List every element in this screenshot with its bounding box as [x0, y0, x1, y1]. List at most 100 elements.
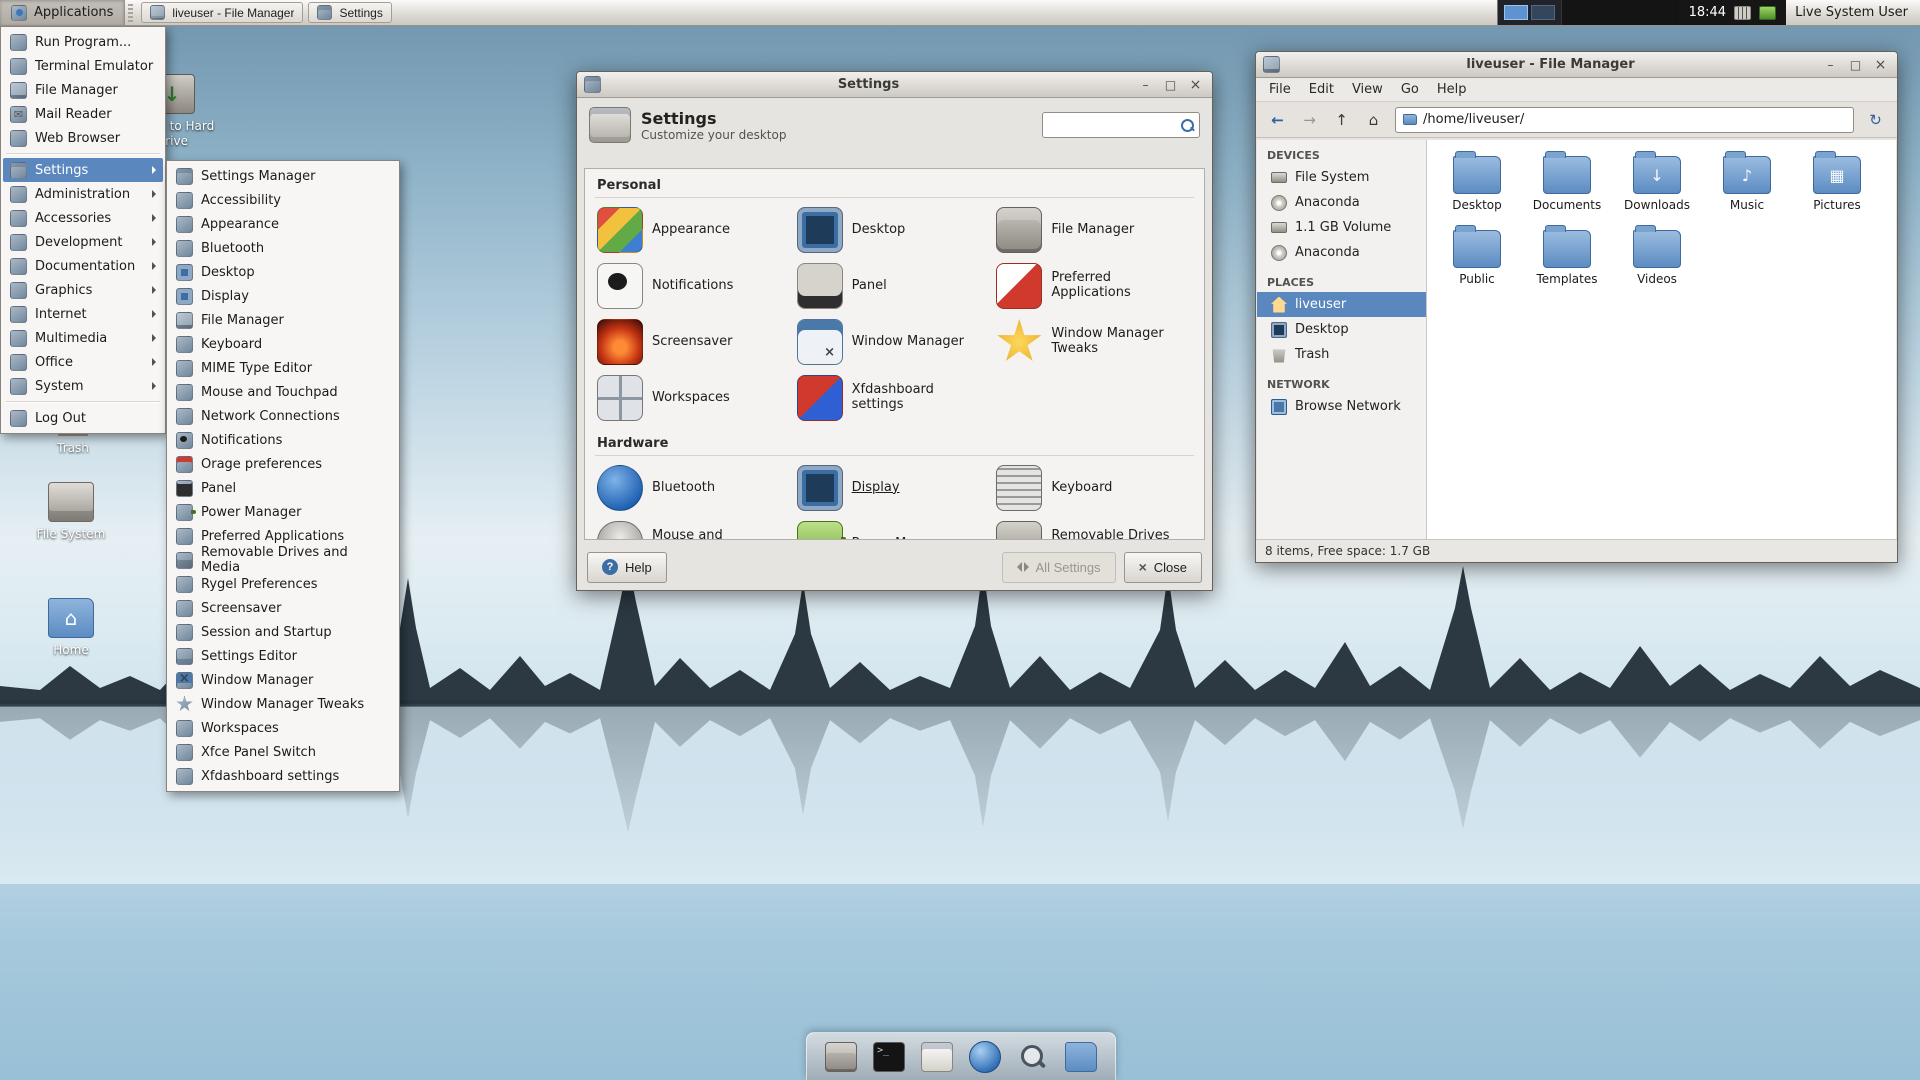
submenu-item[interactable]: Window Manager Tweaks: [169, 692, 397, 716]
submenu-item[interactable]: Session and Startup: [169, 620, 397, 644]
dock-item[interactable]: [869, 1038, 909, 1076]
submenu-item[interactable]: Xfdashboard settings: [169, 764, 397, 788]
minimize-button[interactable]: [1821, 56, 1840, 73]
forward-button[interactable]: [1295, 106, 1324, 133]
maximize-button[interactable]: [1846, 56, 1865, 73]
minimize-button[interactable]: [1136, 76, 1155, 93]
submenu-item[interactable]: Accessibility: [169, 188, 397, 212]
submenu-item[interactable]: Removable Drives and Media: [169, 545, 397, 575]
settings-titlebar[interactable]: Settings: [577, 72, 1212, 98]
dock-item[interactable]: [1061, 1038, 1101, 1076]
settings-tile[interactable]: Window Manager Tweaks: [996, 319, 1192, 365]
submenu-item[interactable]: Rygel Preferences: [169, 572, 397, 596]
applications-menu-button[interactable]: Applications: [0, 0, 126, 25]
settings-tile[interactable]: Panel: [796, 263, 993, 309]
desktop-icon-file-system[interactable]: File System: [23, 482, 119, 542]
sidebar-place-item[interactable]: Desktop: [1257, 317, 1426, 342]
folder-item[interactable]: Templates: [1523, 225, 1611, 286]
desktop-icon-home[interactable]: Home: [23, 598, 119, 658]
submenu-item[interactable]: Screensaver: [169, 596, 397, 620]
taskbar-window-button[interactable]: Settings: [308, 2, 392, 23]
folder-item[interactable]: Public: [1433, 225, 1521, 286]
menu-item-log-out[interactable]: Log Out: [3, 406, 163, 430]
reload-button[interactable]: [1861, 106, 1890, 133]
submenu-item[interactable]: Keyboard: [169, 332, 397, 356]
workspace-2[interactable]: [1530, 5, 1555, 20]
folder-item[interactable]: Downloads: [1613, 151, 1701, 212]
menu-category-item[interactable]: Accessories: [3, 206, 163, 230]
submenu-item[interactable]: MIME Type Editor: [169, 356, 397, 380]
submenu-item[interactable]: Window Manager: [169, 668, 397, 692]
submenu-item[interactable]: File Manager: [169, 308, 397, 332]
sidebar-place-item[interactable]: liveuser: [1257, 292, 1426, 317]
submenu-item[interactable]: Bluetooth: [169, 236, 397, 260]
menu-category-item[interactable]: Development: [3, 230, 163, 254]
settings-tile[interactable]: Desktop: [796, 207, 993, 253]
menubar-item[interactable]: Go: [1392, 80, 1428, 99]
clock[interactable]: 18:44: [1689, 5, 1726, 20]
keyboard-layout-icon[interactable]: [1734, 5, 1752, 20]
settings-tile[interactable]: Xfdashboard settings: [796, 375, 993, 421]
sidebar-device-item[interactable]: Anaconda: [1257, 240, 1426, 265]
menubar-item[interactable]: Help: [1428, 80, 1476, 99]
path-bar[interactable]: [1395, 106, 1854, 133]
menu-category-item[interactable]: Multimedia: [3, 326, 163, 350]
settings-tile[interactable]: Window Manager: [796, 319, 993, 365]
dock-item[interactable]: [965, 1038, 1005, 1076]
sidebar-place-item[interactable]: Trash: [1257, 342, 1426, 367]
path-input[interactable]: [1423, 112, 1846, 127]
submenu-item[interactable]: Xfce Panel Switch: [169, 740, 397, 764]
folder-item[interactable]: Music: [1703, 151, 1791, 212]
submenu-item[interactable]: Workspaces: [169, 716, 397, 740]
menu-category-item[interactable]: Administration: [3, 182, 163, 206]
file-manager-titlebar[interactable]: liveuser - File Manager: [1256, 52, 1897, 78]
settings-tile[interactable]: Workspaces: [597, 375, 793, 421]
workspace-switcher[interactable]: [1496, 0, 1561, 25]
help-button[interactable]: Help: [587, 551, 667, 583]
submenu-item[interactable]: Panel: [169, 476, 397, 500]
settings-search[interactable]: [1042, 112, 1200, 138]
file-manager-view[interactable]: Desktop Documents Downloads Music: [1427, 140, 1896, 539]
back-button[interactable]: [1263, 106, 1292, 133]
settings-tile[interactable]: Mouse and Touchpad: [597, 521, 793, 539]
menu-item[interactable]: Run Program...: [3, 30, 163, 54]
menu-category-item[interactable]: System: [3, 374, 163, 398]
menubar-item[interactable]: File: [1260, 80, 1300, 99]
submenu-item[interactable]: Appearance: [169, 212, 397, 236]
close-settings-button[interactable]: × Close: [1123, 551, 1202, 583]
submenu-item[interactable]: Network Connections: [169, 404, 397, 428]
menu-item[interactable]: Terminal Emulator: [3, 54, 163, 78]
settings-tile[interactable]: File Manager: [996, 207, 1192, 253]
home-button[interactable]: [1359, 106, 1388, 133]
menubar-item[interactable]: Edit: [1300, 80, 1343, 99]
menu-category-item[interactable]: Documentation: [3, 254, 163, 278]
menu-item[interactable]: Web Browser: [3, 126, 163, 150]
submenu-item[interactable]: Notifications: [169, 428, 397, 452]
settings-search-input[interactable]: [1049, 117, 1179, 133]
menu-category-item[interactable]: Internet: [3, 302, 163, 326]
sidebar-device-item[interactable]: 1.1 GB Volume: [1257, 215, 1426, 240]
close-button[interactable]: [1186, 76, 1205, 93]
submenu-item[interactable]: Mouse and Touchpad: [169, 380, 397, 404]
dock-item[interactable]: [821, 1038, 861, 1076]
menu-category-item[interactable]: Office: [3, 350, 163, 374]
submenu-item[interactable]: Orage preferences: [169, 452, 397, 476]
folder-item[interactable]: Desktop: [1433, 151, 1521, 212]
search-icon[interactable]: [1179, 117, 1195, 133]
menubar-item[interactable]: View: [1343, 80, 1392, 99]
submenu-item[interactable]: Desktop: [169, 260, 397, 284]
submenu-item[interactable]: Settings Editor: [169, 644, 397, 668]
close-button[interactable]: [1871, 56, 1890, 73]
submenu-item[interactable]: Power Manager: [169, 500, 397, 524]
dock-item[interactable]: [1013, 1038, 1053, 1076]
folder-item[interactable]: Videos: [1613, 225, 1701, 286]
settings-tile[interactable]: Keyboard: [996, 465, 1192, 511]
dock-item[interactable]: [917, 1038, 957, 1076]
submenu-item[interactable]: Settings Manager: [169, 164, 397, 188]
sidebar-network-item[interactable]: Browse Network: [1257, 394, 1426, 419]
menu-item[interactable]: File Manager: [3, 78, 163, 102]
all-settings-button[interactable]: All Settings: [1001, 551, 1116, 583]
menu-item[interactable]: Mail Reader: [3, 102, 163, 126]
settings-tile[interactable]: Power Manager: [796, 521, 993, 539]
settings-tile[interactable]: Display: [796, 465, 993, 511]
